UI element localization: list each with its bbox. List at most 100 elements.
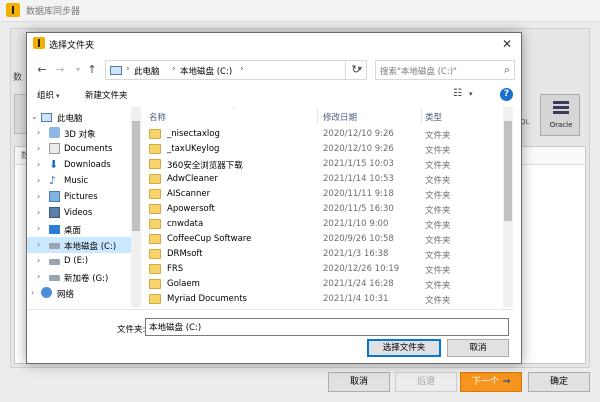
file-date: 2020/12/10 9:26 [323, 129, 394, 139]
column-header-date[interactable]: 修改日期 [319, 107, 419, 125]
pc-icon [110, 66, 122, 75]
app-next-button[interactable]: 下一个 → [460, 372, 522, 392]
back-arrow-icon[interactable]: ← [33, 61, 51, 79]
chevron-right-icon[interactable]: › [37, 176, 40, 185]
file-type: 文件夹 [425, 191, 451, 201]
tree-item-label: Videos [64, 208, 93, 218]
chevron-right-icon[interactable]: › [37, 208, 40, 217]
file-row[interactable]: AdwCleaner 2021/1/14 10:53 文件夹 [143, 172, 503, 187]
file-row[interactable]: Apowersoft 2020/11/5 16:30 文件夹 [143, 202, 503, 217]
tree-item-drive-c[interactable]: › 本地磁盘 (C:) [27, 237, 131, 253]
select-folder-button[interactable]: 选择文件夹 [367, 339, 441, 357]
tree-item-drive-g[interactable]: › 新加卷 (G:) [27, 269, 131, 285]
close-icon[interactable]: ✕ [493, 33, 521, 55]
tree-item-this-pc[interactable]: ⌄ 此电脑 [27, 109, 131, 125]
file-type: 文件夹 [425, 266, 451, 276]
tree-item-3d-objects[interactable]: › 3D 对象 [27, 125, 131, 141]
chevron-right-icon[interactable]: › [37, 128, 40, 137]
tree-item-music[interactable]: › ♪ Music [27, 173, 131, 189]
tree-item-pictures[interactable]: › Pictures [27, 189, 131, 205]
breadcrumb-pc[interactable]: 此电脑 [134, 65, 160, 77]
chevron-right-icon[interactable]: › [31, 288, 34, 297]
app-logo-icon [6, 3, 20, 17]
file-row[interactable]: AIScanner 2020/11/11 9:18 文件夹 [143, 187, 503, 202]
chevron-right-icon[interactable]: › [37, 256, 40, 265]
folder-icon [149, 249, 161, 259]
file-row[interactable]: 360安全浏览器下载 2021/1/15 10:03 文件夹 [143, 157, 503, 172]
tree-item-downloads[interactable]: › ⬇ Downloads [27, 157, 131, 173]
oracle-tile[interactable]: Oracle [540, 94, 580, 136]
file-row[interactable]: FRS 2020/12/26 10:19 文件夹 [143, 262, 503, 277]
folder-input[interactable] [146, 319, 508, 335]
address-bar[interactable]: › 此电脑 › 本地磁盘 (C:) › ▾ [105, 60, 367, 80]
documents-icon [49, 143, 60, 154]
file-type: 文件夹 [425, 281, 451, 291]
oracle-icon [553, 101, 569, 115]
cancel-button[interactable]: 取消 [447, 339, 509, 357]
tree-scrollbar[interactable] [131, 107, 141, 307]
organize-menu[interactable]: 组织 ▾ [37, 89, 60, 101]
chevron-right-icon[interactable]: › [37, 272, 40, 281]
file-date: 2021/1/15 10:03 [323, 159, 394, 169]
file-row[interactable]: DRMsoft 2021/1/3 16:38 文件夹 [143, 247, 503, 262]
file-row[interactable]: Myriad Documents 2021/1/4 10:31 文件夹 [143, 292, 503, 307]
column-separator[interactable] [421, 109, 422, 123]
file-name: cnwdata [167, 219, 204, 229]
chevron-right-icon[interactable]: › [37, 224, 40, 233]
file-type: 文件夹 [425, 221, 451, 231]
column-header-name[interactable]: ^ 名称 [143, 107, 317, 125]
up-arrow-icon[interactable]: ↑ [83, 61, 101, 79]
app-ok-button[interactable]: 确定 [528, 372, 590, 392]
breadcrumb-drive-c[interactable]: 本地磁盘 (C:) [180, 65, 232, 77]
chevron-right-icon: › [172, 64, 176, 74]
file-row[interactable]: cnwdata 2021/1/10 9:00 文件夹 [143, 217, 503, 232]
search-box[interactable]: 搜索"本地磁盘 (C:)" ⌕ [375, 60, 515, 80]
tree-item-drive-e[interactable]: › D (E:) [27, 253, 131, 269]
folder-field-label: 文件夹: [117, 325, 146, 335]
scrollbar-thumb[interactable] [504, 121, 512, 221]
app-cancel-button[interactable]: 取消 [328, 372, 390, 392]
file-row[interactable]: _nisectaxlog 2020/12/10 9:26 文件夹 [143, 127, 503, 142]
chevron-right-icon[interactable]: › [37, 160, 40, 169]
tree-item-label: 此电脑 [57, 114, 83, 124]
chevron-down-icon[interactable]: ⌄ [31, 112, 38, 121]
column-header-label: 修改日期 [323, 113, 358, 123]
file-name: AdwCleaner [167, 174, 218, 184]
column-header-label: 名称 [149, 113, 167, 123]
tree-item-network[interactable]: › 网络 [27, 285, 131, 301]
scrollbar-thumb[interactable] [132, 121, 140, 231]
folder-icon [149, 219, 161, 229]
chevron-right-icon[interactable]: › [37, 240, 40, 249]
view-options-icon[interactable]: ☷ [453, 88, 462, 99]
column-separator[interactable] [317, 109, 318, 123]
file-name: FRS [167, 264, 184, 274]
folder-icon [149, 294, 161, 304]
search-placeholder: 搜索"本地磁盘 (C:)" [380, 67, 457, 77]
file-type: 文件夹 [425, 146, 451, 156]
folder-field[interactable] [145, 318, 509, 336]
folder-icon [149, 144, 161, 154]
help-icon[interactable]: ? [500, 88, 513, 101]
chevron-right-icon[interactable]: › [37, 144, 40, 153]
folder-icon [149, 279, 161, 289]
file-row[interactable]: _taxUKeylog 2020/12/10 9:26 文件夹 [143, 142, 503, 157]
navigation-bar: ← → ▾ ↑ › 此电脑 › 本地磁盘 (C:) › ▾ ↻ 搜索"本地磁盘 … [27, 57, 521, 83]
file-date: 2021/1/4 10:31 [323, 294, 389, 304]
tree-item-videos[interactable]: › Videos [27, 205, 131, 221]
chevron-right-icon[interactable]: › [37, 192, 40, 201]
column-header-type[interactable]: 类型 [423, 107, 503, 125]
app-back-button[interactable]: 后退 [395, 372, 457, 392]
refresh-icon[interactable]: ↻ [345, 60, 367, 80]
file-row[interactable]: Golaem 2021/1/24 16:28 文件夹 [143, 277, 503, 292]
file-row[interactable]: CoffeeCup Software 2020/9/26 10:58 文件夹 [143, 232, 503, 247]
file-list-scrollbar[interactable] [503, 107, 513, 307]
drive-icon [49, 243, 60, 249]
new-folder-button[interactable]: 新建文件夹 [85, 89, 128, 101]
tree-item-desktop[interactable]: › 桌面 [27, 221, 131, 237]
app-titlebar: 数据库同步器 [0, 0, 600, 22]
tree-item-documents[interactable]: › Documents [27, 141, 131, 157]
sort-ascending-icon: ^ [231, 107, 237, 113]
forward-arrow-icon[interactable]: → [51, 61, 69, 79]
tree-item-label: Music [64, 176, 89, 186]
view-dropdown-icon[interactable]: ▾ [469, 90, 473, 98]
